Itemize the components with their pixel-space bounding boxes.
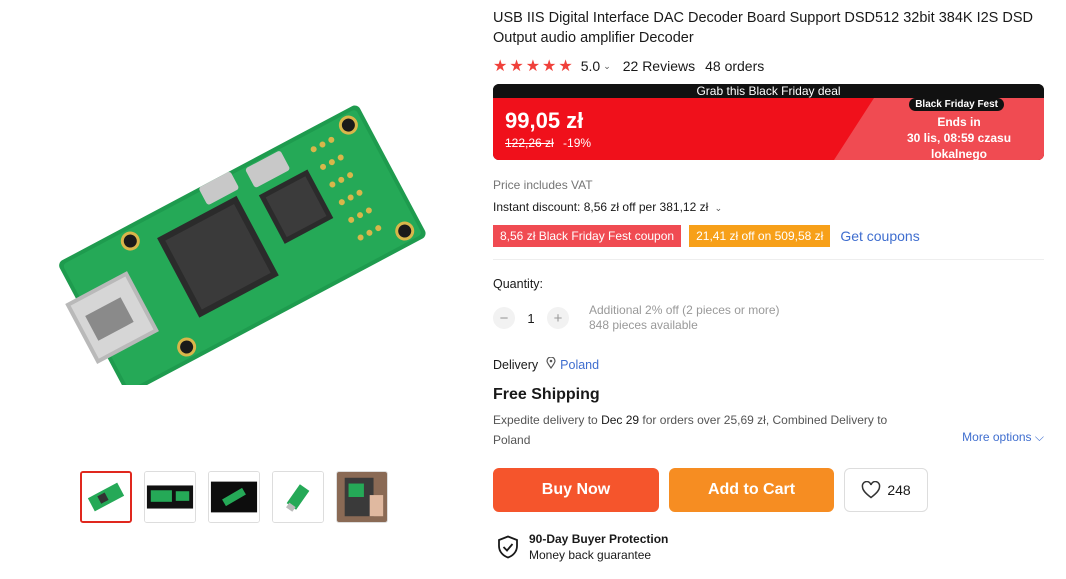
original-price-row: 122,26 zł -19% [505, 136, 591, 150]
more-options-link[interactable]: More options ⌵ [962, 430, 1044, 445]
wishlist-count: 248 [887, 482, 911, 498]
star-icon: ★ [509, 58, 524, 75]
ends-time: 30 lis, 08:59 czasu lokalnego [906, 131, 1012, 160]
coupon-black-friday[interactable]: 8,56 zł Black Friday Fest coupon [493, 225, 682, 247]
deal-banner: Grab this Black Friday deal 99,05 zł 122… [493, 84, 1044, 160]
delivery-row: Delivery Poland [493, 356, 1044, 372]
instant-discount-text: Instant discount: 8,56 zł off per 381,12… [493, 200, 709, 214]
add-to-cart-button[interactable]: Add to Cart [669, 468, 834, 512]
deal-headline: Grab this Black Friday deal [493, 84, 1044, 98]
thumbnail-1[interactable] [80, 471, 132, 523]
thumbnail-strip [80, 471, 388, 523]
buy-now-button[interactable]: Buy Now [493, 468, 659, 512]
thumbnail-3[interactable] [208, 471, 260, 523]
action-buttons: Buy Now Add to Cart 248 [493, 468, 928, 512]
location-pin-icon [546, 356, 556, 372]
get-coupons-link[interactable]: Get coupons [840, 228, 919, 244]
star-icon: ★ [542, 58, 557, 75]
deal-ends: Ends in 30 lis, 08:59 czasu lokalnego [894, 114, 1024, 160]
ends-label: Ends in [937, 115, 981, 129]
star-icon: ★ [525, 58, 541, 75]
free-shipping-title: Free Shipping [493, 386, 600, 403]
heart-icon [862, 481, 881, 499]
chevron-down-icon[interactable]: ⌄ [603, 61, 611, 72]
thumbnail-2[interactable] [144, 471, 196, 523]
product-title: USB IIS Digital Interface DAC Decoder Bo… [493, 10, 1033, 46]
delivery-country-link[interactable]: Poland [560, 358, 599, 372]
shipping-description: Expedite delivery to Dec 29 for orders o… [493, 410, 913, 450]
protection-title: 90-Day Buyer Protection [529, 532, 669, 546]
thumbnail-5[interactable] [336, 471, 388, 523]
shipping-date: Dec 29 [601, 413, 640, 427]
deal-body: 99,05 zł 122,26 zł -19% Black Friday Fes… [493, 98, 1044, 160]
chevron-down-icon[interactable]: ⌄ [715, 203, 723, 213]
quantity-label: Quantity: [493, 277, 544, 291]
instant-discount[interactable]: Instant discount: 8,56 zł off per 381,12… [493, 200, 1044, 214]
increase-quantity-button[interactable]: + [547, 307, 569, 329]
decrease-quantity-button[interactable]: − [493, 307, 515, 329]
coupon-row: 8,56 zł Black Friday Fest coupon 21,41 z… [493, 225, 1044, 247]
fest-badge: Black Friday Fest [909, 98, 1004, 111]
reviews-link[interactable]: 22 Reviews [623, 58, 695, 74]
quantity-value[interactable]: 1 [515, 311, 547, 326]
protection-text: 90-Day Buyer Protection Money back guara… [529, 531, 668, 563]
current-price: 99,05 zł [505, 108, 584, 133]
chevron-down-icon: ⌵ [1034, 430, 1044, 444]
discount-percent: -19% [563, 136, 592, 150]
image-gallery [40, 0, 480, 579]
rating-row: ★ ★ ★ ★ ★ 5.0 ⌄ 22 Reviews 48 orders [493, 56, 1044, 76]
star-rating: ★ ★ ★ ★ ★ [493, 56, 573, 76]
more-options-label: More options [962, 430, 1032, 444]
wishlist-button[interactable]: 248 [844, 468, 928, 512]
bulk-discount-note: Additional 2% off (2 pieces or more) [589, 303, 780, 317]
main-product-image[interactable] [50, 105, 430, 385]
rating-value[interactable]: 5.0 [581, 58, 600, 74]
quantity-stepper: − 1 + Additional 2% off (2 pieces or mor… [493, 303, 1044, 333]
shield-check-icon [498, 535, 518, 559]
star-icon: ★ [493, 58, 508, 75]
protection-subtitle: Money back guarantee [529, 548, 652, 562]
orders-count: 48 orders [705, 58, 765, 74]
product-info: USB IIS Digital Interface DAC Decoder Bo… [493, 8, 1044, 450]
star-icon: ★ [558, 58, 573, 75]
buyer-protection[interactable]: 90-Day Buyer Protection Money back guara… [497, 531, 668, 563]
thumbnail-4[interactable] [272, 471, 324, 523]
divider [493, 259, 1044, 260]
original-price: 122,26 zł [505, 136, 554, 150]
coupon-store[interactable]: 21,41 zł off on 509,58 zł [689, 225, 831, 247]
stock-available: 848 pieces available [589, 318, 698, 332]
quantity-info: Additional 2% off (2 pieces or more) 848… [589, 303, 780, 333]
shipping-desc-prefix: Expedite delivery to [493, 413, 602, 427]
delivery-label: Delivery [493, 357, 539, 372]
vat-note: Price includes VAT [493, 178, 593, 192]
